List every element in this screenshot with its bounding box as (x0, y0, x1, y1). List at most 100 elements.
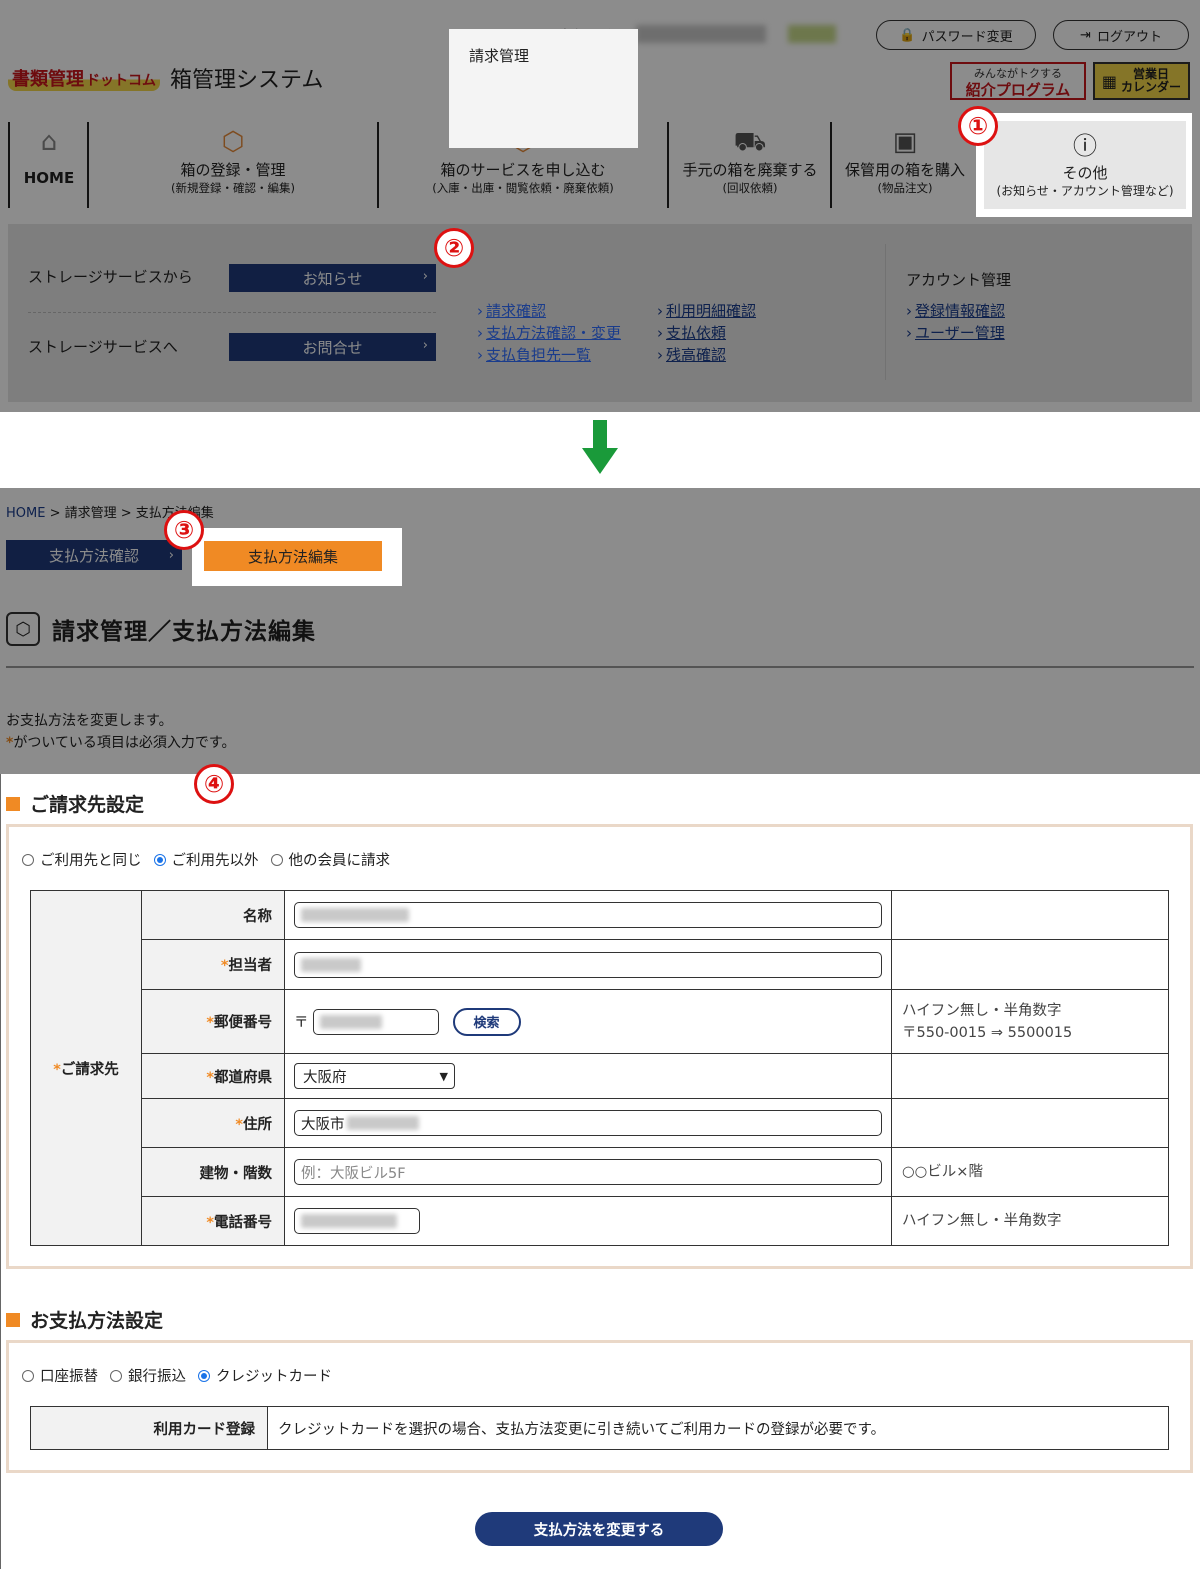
system-name: 箱管理システム (170, 68, 324, 93)
account-role-blurred (788, 25, 836, 43)
link-payer-list[interactable]: 支払負担先一覧 (477, 344, 591, 365)
callout-step-1: ① (958, 106, 998, 146)
radio-bank-transfer-label: 銀行振込 (128, 1369, 186, 1385)
link-user-management[interactable]: ユーザー管理 (906, 322, 1005, 343)
referral-big-text: 紹介プログラム (965, 81, 1071, 99)
tab-payment-edit[interactable]: 支払方法編集 (204, 541, 382, 571)
name-value-blurred (301, 908, 409, 922)
billing-target-radio-group: ご利用先と同じ ご利用先以外 他の会員に請求 (22, 849, 400, 870)
billing-address-table: *ご請求先 名称 *担当者 *郵便番号 〒 検索 ハイフン無し・半角数字 〒55… (30, 890, 1169, 1246)
referral-small-text: みんながトクする (974, 67, 1062, 80)
payment-section-heading: お支払方法設定 (6, 1306, 163, 1333)
link-registration-info[interactable]: 登録情報確認 (906, 300, 1005, 321)
phone-value-blurred (301, 1214, 397, 1228)
nav-home[interactable]: ⌂ HOME (10, 118, 88, 210)
lock-icon: 🔒 (899, 27, 916, 43)
address-input[interactable]: 大阪市 (294, 1110, 882, 1136)
breadcrumb-home-link[interactable]: HOME (6, 506, 45, 521)
zip-hint: ハイフン無し・半角数字 〒550-0015 ⇒ 5500015 (891, 989, 1169, 1054)
nav-buy-title: 保管用の箱を購入 (844, 161, 965, 179)
nav-dispose-sub: (回収依頼) (722, 181, 778, 195)
password-change-button[interactable]: 🔒 パスワード変更 (876, 20, 1036, 50)
building-cell: 例：大阪ビル5F (284, 1147, 892, 1197)
required-note: *がついている項目は必須入力です。 (6, 732, 236, 752)
callout-step-2: ② (434, 228, 474, 268)
logout-button[interactable]: ⇥ ログアウト (1053, 20, 1189, 50)
radio-account-transfer[interactable] (22, 1369, 34, 1382)
logo-primary-text: 書類管理 (12, 69, 84, 90)
nav-box-register[interactable]: ⬡ 箱の登録・管理 (新規登録・確認・編集) (89, 118, 377, 210)
nav-buy-box[interactable]: ▣ 保管用の箱を購入 (物品注文) (832, 118, 978, 210)
link-payment-method-change[interactable]: 支払方法確認・変更 (477, 322, 621, 343)
phone-hint: ハイフン無し・半角数字 (891, 1196, 1169, 1246)
nav-dispose-box[interactable]: ⛟ 手元の箱を廃棄する (回収依頼) (669, 118, 831, 210)
address-label: *住所 (141, 1098, 285, 1148)
phone-input[interactable] (294, 1208, 420, 1234)
box-icon: ⬡ (6, 612, 40, 646)
tab-payment-confirm[interactable]: 支払方法確認 › (6, 540, 182, 570)
notice-button-label: お知らせ (302, 269, 363, 288)
section-marker (6, 1312, 20, 1327)
dropdown-divider (28, 312, 436, 313)
zip-hint-line2: 〒550-0015 ⇒ 5500015 (902, 1024, 1073, 1041)
address-value: 大阪市 (301, 1116, 345, 1133)
site-logo[interactable]: 書類管理 ドットコム 箱管理システム (8, 62, 323, 94)
radio-bill-other-member-label: 他の会員に請求 (288, 853, 391, 869)
radio-same-as-user[interactable] (22, 853, 34, 866)
link-balance-check[interactable]: 残高確認 (657, 344, 726, 365)
down-arrow-icon (582, 420, 618, 474)
radio-other-than-user[interactable] (153, 853, 166, 866)
account-name-blurred (636, 25, 766, 43)
phone-label: *電話番号 (141, 1196, 285, 1246)
password-change-label: パスワード変更 (921, 29, 1013, 45)
chevron-right-icon: › (422, 269, 428, 284)
nav-other-inner: ⓘ その他 (お知らせ・アカウント管理など) (984, 121, 1186, 209)
radio-bank-transfer[interactable] (110, 1369, 122, 1382)
page-title: 請求管理／支払方法編集 (52, 619, 316, 645)
radio-credit-card[interactable] (198, 1369, 210, 1382)
nav-register-sub: (新規登録・確認・編集) (171, 181, 295, 195)
tab-payment-edit-label: 支払方法編集 (247, 547, 338, 566)
to-storage-label: ストレージサービスへ (28, 338, 178, 356)
change-payment-method-button[interactable]: 支払方法を変更する (475, 1512, 723, 1546)
billing-management-title: 請求管理 (469, 47, 530, 65)
inquiry-button-label: お問合せ (302, 338, 363, 357)
notice-button[interactable]: お知らせ › (229, 264, 436, 292)
link-billing-check[interactable]: 請求確認 (477, 300, 546, 321)
inquiry-button[interactable]: お問合せ › (229, 333, 436, 361)
dropdown-vertical-divider (885, 244, 886, 380)
calendar-line2: カレンダー (1121, 80, 1182, 94)
logo-secondary-text: ドットコム (86, 73, 156, 89)
account-management-title: アカウント管理 (906, 271, 1012, 289)
radio-credit-card-label: クレジットカード (216, 1369, 332, 1385)
card-registration-label: 利用カード登録 (30, 1406, 268, 1450)
radio-bill-other-member[interactable] (270, 853, 283, 866)
chevron-down-icon: ▼ (439, 1069, 448, 1083)
zip-value-blurred (319, 1014, 382, 1029)
link-payment-request[interactable]: 支払依頼 (657, 322, 726, 343)
referral-program-banner[interactable]: みんながトクする 紹介プログラム (950, 62, 1086, 100)
nav-other[interactable]: ⓘ その他 (お知らせ・アカウント管理など) (976, 113, 1192, 217)
zip-hint-line1: ハイフン無し・半角数字 (902, 1002, 1062, 1019)
building-input[interactable]: 例：大阪ビル5F (294, 1159, 882, 1185)
radio-other-than-user-label: ご利用先以外 (171, 853, 259, 869)
contact-input[interactable] (294, 951, 882, 978)
calendar-line1: 営業日 (1133, 67, 1170, 81)
pref-select[interactable]: 大阪府 ▼ (294, 1063, 455, 1089)
truck-icon: ⛟ (733, 127, 767, 157)
header-screenshot-section: ようこそ 🔒 パスワード変更 ⇥ ログアウト 書類管理 ドットコム 箱管理システ… (0, 0, 1200, 412)
chevron-right-icon: › (168, 547, 174, 563)
name-input[interactable] (294, 902, 882, 928)
radio-same-as-user-label: ご利用先と同じ (40, 853, 142, 869)
zip-search-button[interactable]: 検索 (452, 1007, 521, 1036)
link-usage-details[interactable]: 利用明細確認 (657, 300, 756, 321)
page-edge-line (0, 774, 1, 1569)
payment-method-radio-group: 口座振替 銀行振込 クレジットカード (22, 1365, 342, 1386)
zip-input[interactable] (312, 1008, 439, 1035)
pref-hint (891, 1053, 1169, 1099)
contact-cell (284, 939, 892, 990)
address-hint (891, 1098, 1169, 1148)
business-calendar-banner[interactable]: ▦ 営業日 カレンダー (1093, 62, 1190, 100)
box-icon: ⬡ (221, 127, 245, 157)
callout-step-3: ③ (164, 510, 204, 550)
